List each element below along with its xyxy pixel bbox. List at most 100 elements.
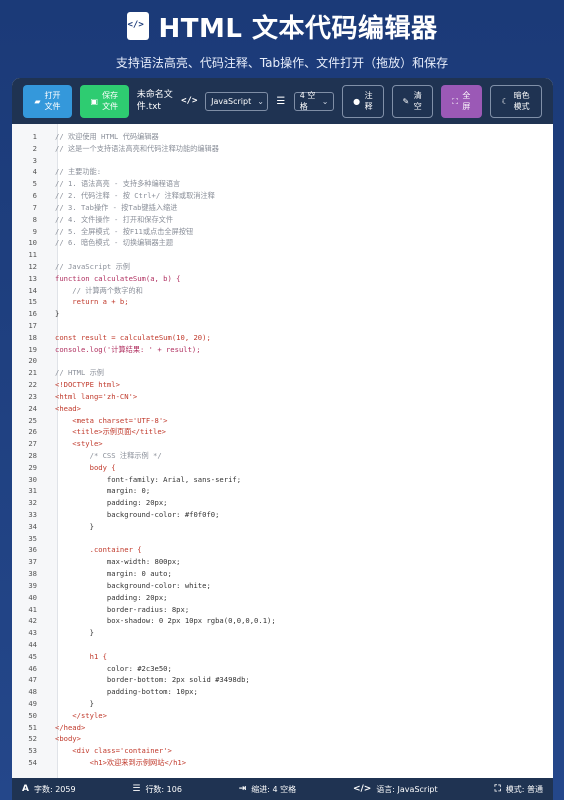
- indent-icon: ☰: [276, 95, 286, 107]
- font-icon: A: [22, 784, 29, 794]
- code-text: box-shadow: 0 2px 10px rgba(0,0,0,0.1);: [55, 616, 276, 626]
- code-text: // 6. 暗色模式 - 切换编辑器主题: [55, 238, 174, 248]
- line-number: 5: [32, 179, 37, 189]
- line-number: 9: [32, 226, 37, 236]
- code-file-icon: [126, 12, 149, 40]
- save-file-label: 保存文件: [102, 91, 119, 111]
- code-icon: </>: [181, 96, 198, 106]
- line-number: 52: [28, 734, 37, 744]
- line-number: 28: [28, 450, 37, 460]
- code-line: 9 // 5. 全屏模式 - 按F11或点击全屏按钮: [12, 226, 553, 238]
- line-number: 29: [28, 462, 37, 472]
- code-line: 43 }: [12, 627, 553, 639]
- code-line: 33 background-color: #f0f0f0;: [12, 509, 553, 521]
- code-text: h1 {: [55, 651, 107, 661]
- code-line: 36 .container {: [12, 544, 553, 556]
- line-number: 31: [28, 486, 37, 496]
- comment-button[interactable]: ● 注释: [342, 84, 384, 118]
- code-text: max-width: 800px;: [55, 557, 181, 567]
- code-line: 44: [12, 639, 553, 651]
- code-line: 8 // 4. 文件操作 - 打开和保存文件: [12, 214, 553, 226]
- line-number: 18: [28, 332, 37, 342]
- open-file-button[interactable]: ▰ 打开文件: [23, 84, 72, 118]
- filename-label: 未命名文件.txt: [136, 90, 173, 112]
- dark-mode-button[interactable]: ☾ 暗色模式: [490, 84, 542, 118]
- code-editor[interactable]: 1 // 欢迎使用 HTML 代码编辑器 2 // 这是一个支持语法高亮和代码注释功能…: [12, 124, 553, 778]
- code-line: 35: [12, 533, 553, 545]
- language-value: JavaScript: [211, 96, 252, 106]
- fullscreen-label: 全屏: [462, 91, 471, 111]
- brush-icon: ✎: [402, 96, 410, 106]
- code-line: 14 // 计算两个数字的和: [12, 285, 553, 297]
- line-number: 23: [28, 391, 37, 401]
- fullscreen-button[interactable]: ⛶ 全屏: [441, 84, 483, 118]
- mode-status-text: 模式: 普通: [505, 784, 543, 794]
- language-status-text: 语言: JavaScript: [376, 784, 438, 794]
- line-number: 20: [28, 356, 37, 366]
- code-line: 15 return a + b;: [12, 296, 553, 308]
- code-text: font-family: Arial, sans-serif;: [55, 474, 242, 484]
- code-text: <h1>欢迎来到示例网站</h1>: [55, 758, 187, 768]
- code-text: // HTML 示例: [55, 368, 104, 378]
- code-line: 40 padding: 20px;: [12, 592, 553, 604]
- code-text: <body>: [55, 734, 81, 744]
- code-text: console.log('计算结果: ' + result);: [55, 344, 201, 354]
- line-number: 39: [28, 580, 37, 590]
- code-line: 2 // 这是一个支持语法高亮和代码注释功能的编辑器: [12, 143, 553, 155]
- code-text: // JavaScript 示例: [55, 261, 130, 271]
- code-text: }: [55, 628, 94, 638]
- code-line: 53 <div class='container'>: [12, 745, 553, 757]
- code-line: 12 // JavaScript 示例: [12, 261, 553, 273]
- code-line: 38 margin: 0 auto;: [12, 568, 553, 580]
- line-count: ☰ 行数: 106: [132, 784, 182, 795]
- code-line: 47 border-bottom: 2px solid #3498db;: [12, 674, 553, 686]
- code-text: <title>示例页面</title>: [55, 427, 166, 437]
- line-number: 2: [32, 143, 37, 153]
- code-line: 24 <head>: [12, 403, 553, 415]
- indent-value: 4 空格: [299, 91, 316, 111]
- line-number: 1: [32, 132, 37, 141]
- line-number: 47: [28, 675, 37, 685]
- code-text: <!DOCTYPE html>: [55, 380, 120, 390]
- code-text: border-bottom: 2px solid #3498db;: [55, 675, 250, 685]
- line-number: 35: [28, 533, 37, 543]
- code-line: 30 font-family: Arial, sans-serif;: [12, 474, 553, 486]
- line-number: 30: [28, 474, 37, 484]
- code-text: // 这是一个支持语法高亮和代码注释功能的编辑器: [55, 143, 219, 153]
- line-number: 33: [28, 510, 37, 519]
- status-bar: A 字数: 2059 ☰ 行数: 106 ⇥ 缩进: 4 空格 </> 语言: …: [12, 778, 553, 800]
- code-line: 10 // 6. 暗色模式 - 切换编辑器主题: [12, 237, 553, 249]
- indent-select[interactable]: 4 空格 ⌄: [293, 91, 335, 111]
- comment-label: 注释: [364, 91, 373, 111]
- code-text: </style>: [55, 710, 107, 720]
- indent-icon: ⇥: [238, 784, 247, 794]
- code-text: </head>: [55, 722, 86, 732]
- save-file-button[interactable]: ▣ 保存文件: [79, 84, 129, 118]
- line-number: 36: [28, 545, 37, 555]
- line-number: 41: [28, 604, 37, 614]
- code-text: margin: 0 auto;: [55, 569, 172, 579]
- line-number: 43: [28, 628, 37, 638]
- code-line: 25 <meta charset='UTF-8'>: [12, 415, 553, 427]
- code-lines: 1 // 欢迎使用 HTML 代码编辑器 2 // 这是一个支持语法高亮和代码注释功能…: [12, 131, 553, 769]
- code-text: const result = calculateSum(10, 20);: [55, 332, 211, 342]
- line-number: 7: [32, 202, 37, 212]
- title-row: HTML 文本代码编辑器: [0, 10, 564, 44]
- code-text: // 3. Tab操作 - 按Tab键插入缩进: [55, 202, 178, 212]
- line-number: 51: [28, 722, 37, 732]
- language-select[interactable]: JavaScript ⌄: [205, 91, 269, 111]
- code-line: 45 h1 {: [12, 651, 553, 663]
- code-line: 19 console.log('计算结果: ' + result);: [12, 344, 553, 356]
- language-status: </> 语言: JavaScript: [353, 784, 438, 795]
- code-text: /* CSS 注释示例 */: [55, 450, 162, 460]
- code-line: 41 border-radius: 8px;: [12, 604, 553, 616]
- code-line: 3: [12, 155, 553, 167]
- line-number: 15: [28, 297, 37, 307]
- line-number: 27: [28, 439, 37, 449]
- page-header: HTML 文本代码编辑器 支持语法高亮、代码注释、Tab操作、文件打开（拖放）和…: [0, 0, 564, 80]
- clear-button[interactable]: ✎ 清空: [391, 84, 433, 118]
- open-file-label: 打开文件: [44, 91, 61, 111]
- code-text: // 1. 语法高亮 - 支持多种编程语言: [55, 179, 181, 189]
- code-line: 13 function calculateSum(a, b) {: [12, 273, 553, 285]
- line-number: 3: [32, 155, 37, 165]
